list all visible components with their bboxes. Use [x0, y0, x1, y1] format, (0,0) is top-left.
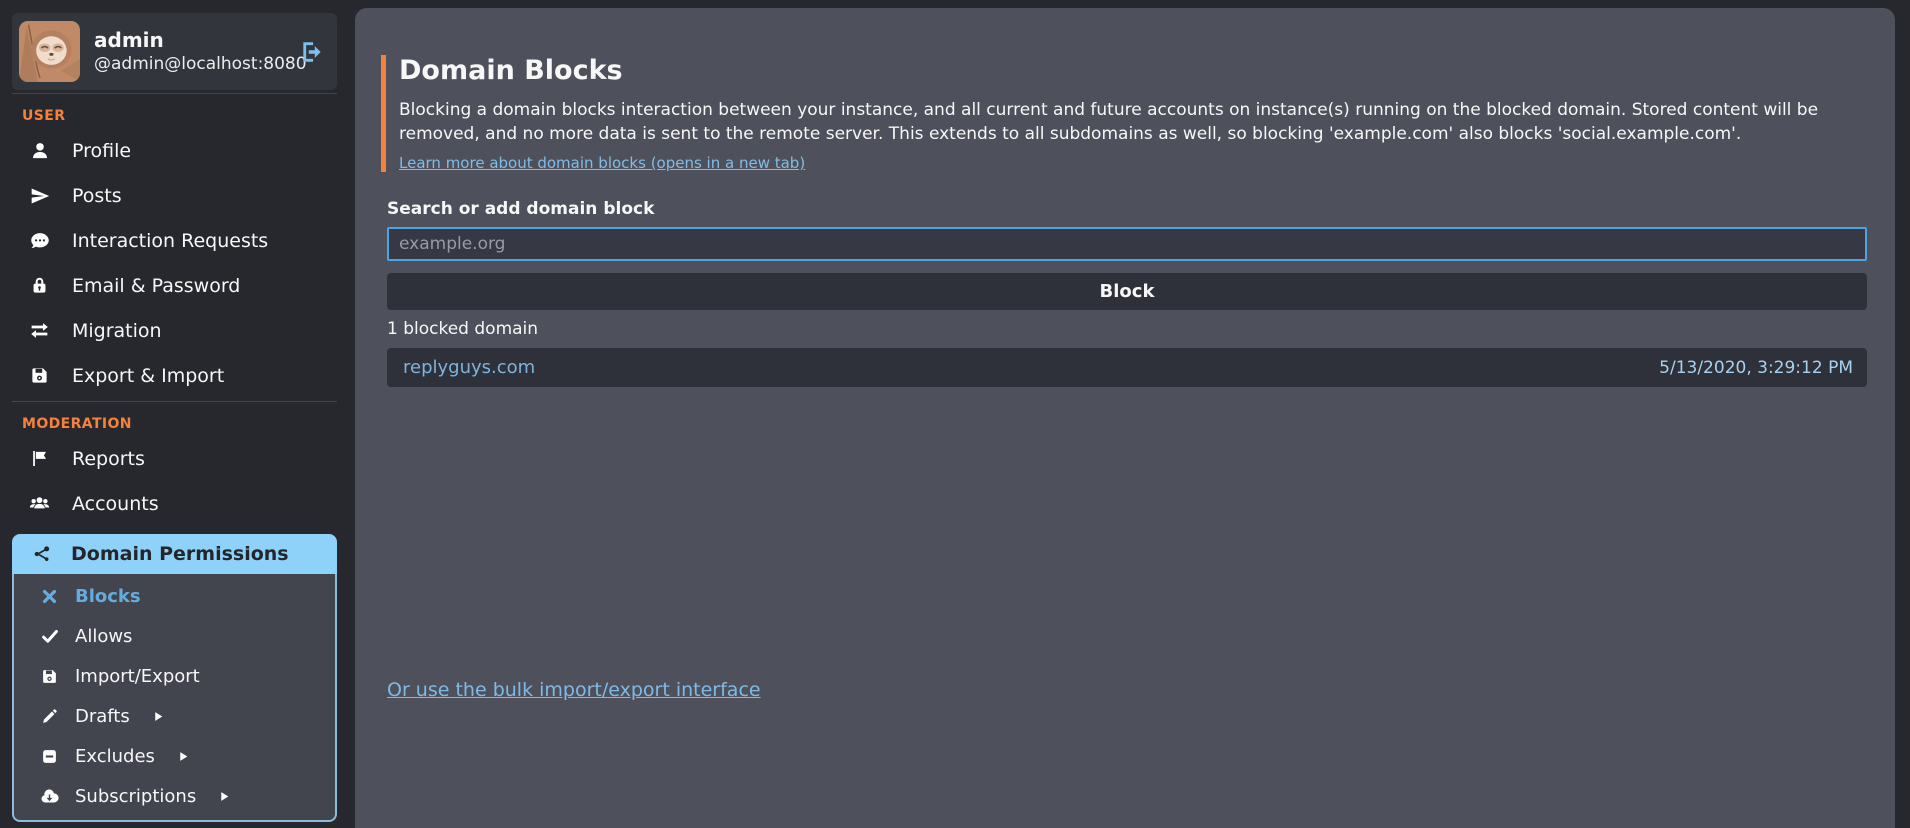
blocked-domain-date: 5/13/2020, 3:29:12 PM [1659, 358, 1853, 378]
exchange-arrows-icon [29, 320, 50, 341]
avatar [19, 21, 80, 82]
users-icon [29, 493, 50, 515]
domain-search-input[interactable] [387, 227, 1867, 261]
sidebar-item-label: Domain Permissions [71, 543, 289, 565]
cloud-download-icon [40, 787, 59, 806]
blocked-domain-name[interactable]: replyguys.com [403, 357, 535, 378]
sidebar-item-accounts[interactable]: Accounts [12, 481, 337, 526]
divider [12, 93, 337, 94]
sidebar-item-label: Blocks [75, 586, 141, 607]
page-description: Blocking a domain blocks interaction bet… [399, 98, 1867, 146]
comment-dots-icon [29, 231, 50, 251]
section-label-moderation: MODERATION [22, 416, 337, 432]
sidebar-item-label: Drafts [75, 706, 130, 727]
floppy-disk-icon [40, 668, 59, 685]
sidebar-item-label: Reports [72, 448, 145, 470]
lock-icon [29, 276, 50, 295]
sidebar-item-label: Migration [72, 320, 162, 342]
sidebar-item-label: Export & Import [72, 365, 224, 387]
divider [12, 401, 337, 402]
sidebar-item-posts[interactable]: Posts [12, 173, 337, 218]
sidebar-item-drafts[interactable]: Drafts [14, 696, 335, 736]
bulk-import-export-link[interactable]: Or use the bulk import/export interface [387, 679, 761, 701]
share-nodes-icon [31, 544, 52, 564]
sidebar-item-label: Import/Export [75, 666, 200, 687]
block-button[interactable]: Block [387, 273, 1867, 310]
sidebar-item-domain-permissions[interactable]: Domain Permissions [12, 534, 337, 574]
sidebar-item-label: Excludes [75, 746, 155, 767]
search-label: Search or add domain block [387, 199, 1867, 219]
minus-square-icon [40, 748, 59, 765]
sidebar-item-interaction-requests[interactable]: Interaction Requests [12, 218, 337, 263]
domain-blocks-panel: Domain Blocks Blocking a domain blocks i… [355, 8, 1895, 828]
user-display-name: admin [94, 27, 285, 53]
pencil-icon [40, 708, 59, 725]
sidebar-item-import-export[interactable]: Import/Export [14, 656, 335, 696]
caret-right-icon [218, 790, 231, 803]
sidebar-item-label: Interaction Requests [72, 230, 268, 252]
sidebar-item-migration[interactable]: Migration [12, 308, 337, 353]
blocked-domain-row[interactable]: replyguys.com 5/13/2020, 3:29:12 PM [387, 348, 1867, 387]
sidebar-item-label: Profile [72, 140, 131, 162]
sidebar-item-label: Posts [72, 185, 122, 207]
flag-icon [29, 449, 50, 468]
sidebar-item-reports[interactable]: Reports [12, 436, 337, 481]
learn-more-link[interactable]: Learn more about domain blocks (opens in… [399, 154, 805, 172]
sidebar-item-subscriptions[interactable]: Subscriptions [14, 776, 335, 816]
sidebar-item-allows[interactable]: Allows [14, 616, 335, 656]
domain-permissions-group: Domain Permissions Blocks Allows Import/… [12, 534, 337, 822]
sidebar-item-blocks[interactable]: Blocks [14, 576, 335, 616]
sidebar-item-label: Accounts [72, 493, 159, 515]
x-mark-icon [40, 588, 59, 605]
user-card: admin @admin@localhost:8080 [12, 13, 337, 90]
page-title: Domain Blocks [399, 55, 1867, 86]
sidebar-item-label: Email & Password [72, 275, 240, 297]
sidebar-item-label: Allows [75, 626, 132, 647]
user-info: admin @admin@localhost:8080 [94, 27, 285, 77]
sidebar-item-excludes[interactable]: Excludes [14, 736, 335, 776]
sidebar-item-profile[interactable]: Profile [12, 128, 337, 173]
floppy-disk-icon [29, 366, 50, 385]
sidebar-item-export-import[interactable]: Export & Import [12, 353, 337, 398]
user-handle: @admin@localhost:8080 [94, 53, 285, 77]
caret-right-icon [152, 710, 165, 723]
sidebar-item-label: Subscriptions [75, 786, 196, 807]
sidebar: admin @admin@localhost:8080 USER Profile… [12, 13, 337, 828]
sidebar-item-email-password[interactable]: Email & Password [12, 263, 337, 308]
caret-right-icon [177, 750, 190, 763]
check-icon [40, 627, 59, 645]
heading-block: Domain Blocks Blocking a domain blocks i… [381, 55, 1867, 172]
section-label-user: USER [22, 108, 337, 124]
sign-out-icon[interactable] [299, 39, 325, 65]
domain-permissions-submenu: Blocks Allows Import/Export Drafts [12, 574, 337, 822]
paper-plane-icon [29, 186, 50, 206]
blocked-count: 1 blocked domain [387, 319, 1867, 339]
user-icon [29, 141, 50, 161]
